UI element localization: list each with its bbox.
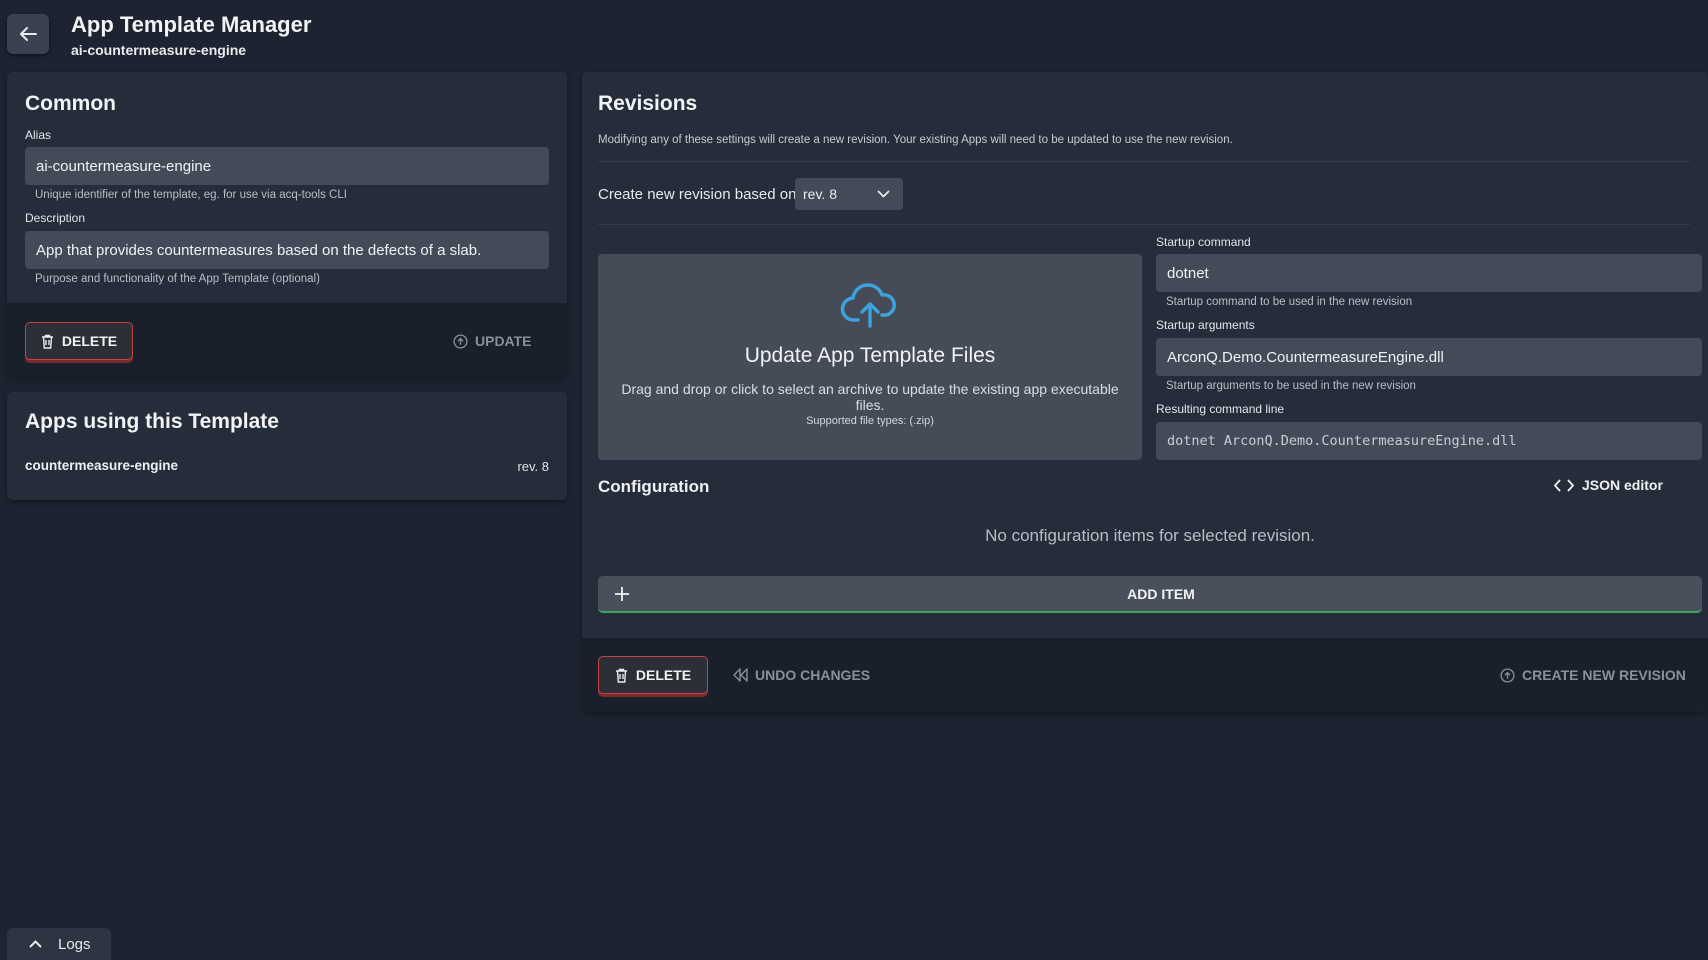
description-label: Description <box>25 211 86 225</box>
add-item-label: ADD ITEM <box>1127 585 1195 602</box>
result-label: Resulting command line <box>1156 402 1285 416</box>
apps-title: Apps using this Template <box>25 410 279 433</box>
arrow-up-circle-icon <box>1500 667 1515 683</box>
dropzone-text: Drag and drop or click to select an arch… <box>621 381 1119 413</box>
description-input[interactable]: App that provides countermeasures based … <box>25 231 549 269</box>
back-button[interactable] <box>7 14 49 54</box>
common-delete-button[interactable]: DELETE <box>25 322 133 360</box>
json-editor-label: JSON editor <box>1582 477 1663 493</box>
common-update-button[interactable]: UPDATE <box>453 322 532 360</box>
chevron-up-icon <box>29 940 42 948</box>
app-list-item[interactable]: countermeasure-engine rev. 8 <box>25 458 549 478</box>
page-subtitle: ai-countermeasure-engine <box>71 42 247 58</box>
revisions-divider-top <box>598 161 1690 162</box>
revision-select[interactable]: rev. 8 <box>795 178 903 210</box>
logs-label: Logs <box>58 935 91 953</box>
app-name: countermeasure-engine <box>25 458 179 473</box>
file-dropzone[interactable]: Update App Template Files Drag and drop … <box>598 254 1142 460</box>
revisions-divider-mid <box>598 224 1690 225</box>
revisions-card: Revisions Modifying any of these setting… <box>582 72 1708 712</box>
alias-label: Alias <box>25 128 52 142</box>
undo-changes-button[interactable]: UNDO CHANGES <box>732 656 870 694</box>
startup-args-label: Startup arguments <box>1156 318 1255 332</box>
chevron-down-icon <box>877 190 890 198</box>
arrow-left-icon <box>20 27 37 41</box>
startup-command-hint: Startup command to be used in the new re… <box>1166 296 1413 308</box>
empty-config-message: No configuration items for selected revi… <box>985 526 1315 545</box>
revisions-title: Revisions <box>598 92 698 115</box>
startup-args-hint: Startup arguments to be used in the new … <box>1166 380 1416 392</box>
apps-card: Apps using this Template countermeasure-… <box>7 392 567 500</box>
description-hint: Purpose and functionality of the App Tem… <box>35 273 320 285</box>
create-revision-button[interactable]: CREATE NEW REVISION <box>1500 656 1686 694</box>
revision-delete-button[interactable]: DELETE <box>598 656 708 694</box>
json-editor-button[interactable]: JSON editor <box>1554 477 1663 493</box>
app-revision: rev. 8 <box>517 459 549 474</box>
undo-changes-label: UNDO CHANGES <box>755 667 871 683</box>
rewind-icon <box>733 668 748 682</box>
cloud-upload-icon <box>840 283 896 328</box>
result-command-line: dotnet ArconQ.Demo.CountermeasureEngine.… <box>1156 422 1702 460</box>
common-update-label: UPDATE <box>475 333 532 349</box>
startup-command-label: Startup command <box>1156 235 1251 249</box>
revision-select-value: rev. 8 <box>803 186 837 202</box>
revision-delete-label: DELETE <box>635 667 692 683</box>
trash-icon <box>615 668 627 683</box>
startup-args-input[interactable]: ArconQ.Demo.CountermeasureEngine.dll <box>1156 338 1702 376</box>
page-title: App Template Manager <box>71 12 312 37</box>
add-item-button[interactable]: ADD ITEM <box>598 576 1702 613</box>
startup-command-input[interactable]: dotnet <box>1156 254 1702 292</box>
alias-input[interactable]: ai-countermeasure-engine <box>25 147 549 185</box>
dropzone-title: Update App Template Files <box>744 344 996 367</box>
common-card: Common Alias ai-countermeasure-engine Un… <box>7 72 567 377</box>
common-title: Common <box>25 92 116 115</box>
revisions-notice: Modifying any of these settings will cre… <box>598 134 1233 146</box>
create-revision-label: CREATE NEW REVISION <box>1522 667 1686 683</box>
code-brackets-icon <box>1554 478 1574 492</box>
configuration-title: Configuration <box>598 477 710 496</box>
app-header: App Template Manager ai-countermeasure-e… <box>0 0 1708 70</box>
alias-hint: Unique identifier of the template, eg. f… <box>35 189 347 201</box>
common-delete-label: DELETE <box>61 333 118 349</box>
dropzone-types: Supported file types: (.zip) <box>806 415 934 427</box>
arrow-up-circle-icon <box>453 333 468 349</box>
based-on-label: Create new revision based on <box>598 186 797 203</box>
logs-toggle[interactable]: Logs <box>7 928 111 960</box>
trash-icon <box>41 334 53 349</box>
